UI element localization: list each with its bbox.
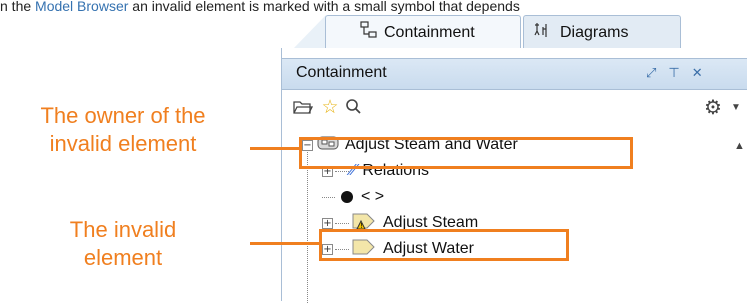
panel-toolbar: ☆ ⚙ ▼ [282, 90, 747, 128]
search-icon[interactable] [343, 96, 365, 118]
model-browser-link[interactable]: Model Browser [35, 0, 128, 14]
invalid-callout: The invalid element [0, 216, 246, 272]
tree-guide [307, 148, 308, 303]
pin-icon[interactable]: ⊤ [668, 65, 679, 81]
tab-slant [293, 15, 326, 49]
containment-panel: Containment ⤢ ⊤ ✕ ☆ ⚙ ▼ ▲ − Adjust Steam… [281, 48, 747, 303]
star-icon[interactable]: ☆ [319, 96, 341, 118]
invalid-callout-line [250, 242, 319, 245]
panel-header: Containment ⤢ ⊤ ✕ [282, 58, 747, 90]
node-icon [341, 191, 353, 203]
owner-callout-line1: The owner of the [40, 103, 206, 128]
tab-diagrams[interactable]: Diagrams [523, 15, 681, 49]
close-icon[interactable]: ✕ [692, 65, 703, 81]
panel-title: Containment [296, 64, 387, 81]
invalid-callout-line2: element [83, 245, 163, 270]
intro-text: n the Model Browser an invalid element i… [0, 0, 747, 16]
owner-callout-line2: invalid element [49, 131, 197, 156]
owner-callout-line [250, 147, 299, 150]
owner-callout: The owner of the invalid element [0, 102, 246, 158]
tree-item-label: < > [361, 188, 385, 205]
gear-icon[interactable]: ⚙ [702, 96, 724, 119]
invalid-callout-line1: The invalid [69, 217, 177, 242]
diagrams-icon [534, 21, 554, 44]
tab-containment[interactable]: Containment [325, 15, 521, 49]
tab-diagrams-label: Diagrams [560, 23, 629, 41]
tab-containment-label: Containment [384, 23, 475, 41]
restore-icon[interactable]: ⤢ [646, 65, 656, 81]
tree-item-node[interactable]: < > [322, 184, 384, 210]
scroll-up-icon[interactable]: ▲ [734, 140, 745, 152]
intro-suffix: an invalid element is marked with a smal… [128, 0, 520, 14]
intro-prefix: n the [0, 0, 36, 14]
expand-icon[interactable]: + [322, 217, 333, 229]
open-folder-icon[interactable] [292, 96, 314, 118]
owner-highlight-box [299, 137, 633, 169]
chevron-down-icon[interactable]: ▼ [725, 96, 747, 118]
containment-icon [360, 21, 378, 44]
invalid-highlight-box [319, 229, 569, 261]
